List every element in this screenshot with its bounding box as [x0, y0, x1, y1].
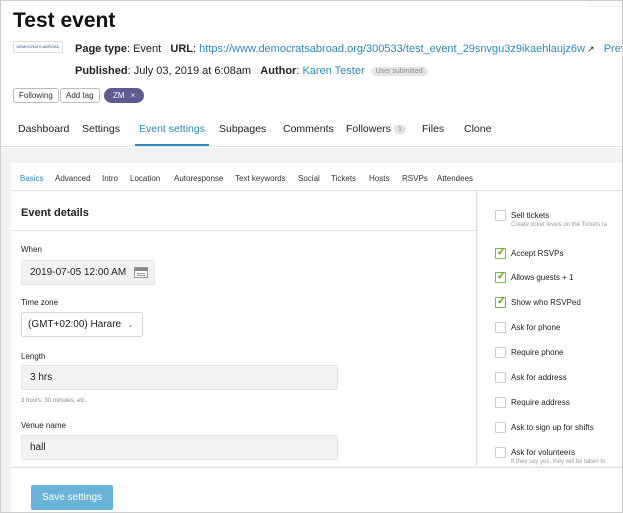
when-label: When: [21, 245, 42, 254]
author-label: Author: [260, 65, 297, 77]
length-hint: 3 hours, 30 minutes, etc.: [21, 398, 87, 404]
followers-count-badge: 1: [393, 124, 406, 134]
allow-guests-label: Allows guests + 1: [511, 273, 574, 282]
tag-chip-label: ZM: [113, 91, 125, 100]
sell-tickets-label: Sell tickets: [511, 211, 550, 220]
venue-input[interactable]: hall: [21, 435, 338, 460]
subtab-intro[interactable]: Intro: [102, 174, 118, 183]
page-type-label: Page type: [75, 43, 127, 55]
timezone-value: (GMT+02:00) Harare: [28, 319, 122, 330]
sub-tabs: Basics Advanced Intro Location Autorespo…: [11, 163, 622, 191]
tab-followers-label: Followers: [346, 123, 391, 135]
chevron-down-icon: ⌄: [127, 320, 134, 329]
tag-chip[interactable]: ZM ×: [104, 88, 145, 103]
ask-shifts-checkbox[interactable]: [495, 422, 506, 433]
ask-phone-checkbox[interactable]: [495, 322, 506, 333]
external-link-icon[interactable]: ↗: [587, 44, 595, 54]
section-divider: [11, 230, 477, 231]
logo-text: DEMOCRATS ABROAD: [16, 44, 60, 49]
subtab-social[interactable]: Social: [298, 174, 320, 183]
save-settings-button[interactable]: Save settings: [31, 485, 113, 510]
ask-volunteers-checkbox[interactable]: [495, 447, 506, 458]
user-submitted-badge: User submitted: [370, 66, 428, 76]
length-label: Length: [21, 352, 46, 361]
subtab-advanced[interactable]: Advanced: [55, 174, 91, 183]
require-address-checkbox[interactable]: [495, 397, 506, 408]
tab-comments[interactable]: Comments: [283, 123, 334, 135]
add-tag-button[interactable]: Add tag: [60, 88, 100, 103]
page-type-value: Event: [133, 43, 162, 55]
ask-address-checkbox[interactable]: [495, 372, 506, 383]
section-title: Event details: [21, 207, 89, 219]
ask-shifts-label: Ask to sign up for shifts: [511, 423, 594, 432]
ask-volunteers-hint: If they say yes, they will be taken to: [511, 459, 606, 465]
subtab-basics[interactable]: Basics: [20, 174, 44, 183]
tag-remove-icon[interactable]: ×: [131, 91, 136, 100]
show-rsvped-label: Show who RSVPed: [511, 298, 581, 307]
require-phone-checkbox[interactable]: [495, 347, 506, 358]
preview-link[interactable]: Preview: [604, 43, 622, 55]
timezone-label: Time zone: [21, 298, 59, 307]
ask-address-label: Ask for address: [511, 373, 567, 382]
page-meta-row: Page type: Event URL: https://www.democr…: [75, 43, 622, 55]
calendar-icon[interactable]: [134, 267, 148, 278]
subtab-tickets[interactable]: Tickets: [331, 174, 356, 183]
app-frame: Test event DEMOCRATS ABROAD Page type: E…: [0, 0, 623, 513]
tab-subpages[interactable]: Subpages: [219, 123, 266, 135]
ask-phone-label: Ask for phone: [511, 323, 561, 332]
published-label: Published: [75, 65, 128, 77]
author-link[interactable]: Karen Tester: [302, 65, 364, 77]
main-tabs: Dashboard Settings Event settings Subpag…: [1, 117, 622, 147]
timezone-select[interactable]: (GMT+02:00) Harare ⌄: [21, 312, 143, 337]
venue-label: Venue name: [21, 421, 66, 430]
date-time-value: 2019-07-05 12:00 AM: [30, 267, 127, 278]
subtab-rsvps[interactable]: RSVPs: [402, 174, 428, 183]
tab-settings[interactable]: Settings: [82, 123, 120, 135]
page-url-link[interactable]: https://www.democratsabroad.org/300533/t…: [199, 43, 585, 55]
ask-volunteers-label: Ask for volunteers: [511, 448, 576, 457]
subtab-hosts[interactable]: Hosts: [369, 174, 389, 183]
accept-rsvps-checkbox[interactable]: [495, 247, 506, 259]
tab-event-settings[interactable]: Event settings: [135, 123, 209, 146]
accept-rsvps-label: Accept RSVPs: [511, 249, 564, 258]
subtab-location[interactable]: Location: [130, 174, 160, 183]
require-phone-label: Require phone: [511, 348, 564, 357]
subtab-text-keywords[interactable]: Text keywords: [235, 174, 286, 183]
length-input[interactable]: 3 hrs: [21, 365, 338, 390]
tab-clone[interactable]: Clone: [464, 123, 491, 135]
subtab-autoresponse[interactable]: Autoresponse: [174, 174, 223, 183]
top-right-edge: [587, 1, 622, 7]
subtab-attendees[interactable]: Attendees: [437, 174, 473, 183]
publish-meta-row: Published: July 03, 2019 at 6:08am Autho…: [75, 65, 428, 77]
date-time-field[interactable]: 2019-07-05 12:00 AM: [21, 260, 155, 285]
sell-tickets-checkbox[interactable]: [495, 210, 506, 221]
published-value: July 03, 2019 at 6:08am: [133, 65, 252, 77]
tab-dashboard[interactable]: Dashboard: [18, 123, 69, 135]
allow-guests-checkbox[interactable]: [495, 271, 506, 283]
page-title: Test event: [13, 9, 116, 32]
tab-files[interactable]: Files: [422, 123, 444, 135]
url-label: URL: [170, 43, 194, 55]
sell-tickets-hint: Create ticket levels on the Tickets ta: [511, 222, 608, 228]
following-button[interactable]: Following: [13, 88, 59, 103]
show-rsvped-checkbox[interactable]: [495, 296, 506, 308]
tab-followers[interactable]: Followers 1: [346, 123, 406, 135]
site-logo: DEMOCRATS ABROAD: [13, 41, 63, 53]
require-address-label: Require address: [511, 398, 570, 407]
